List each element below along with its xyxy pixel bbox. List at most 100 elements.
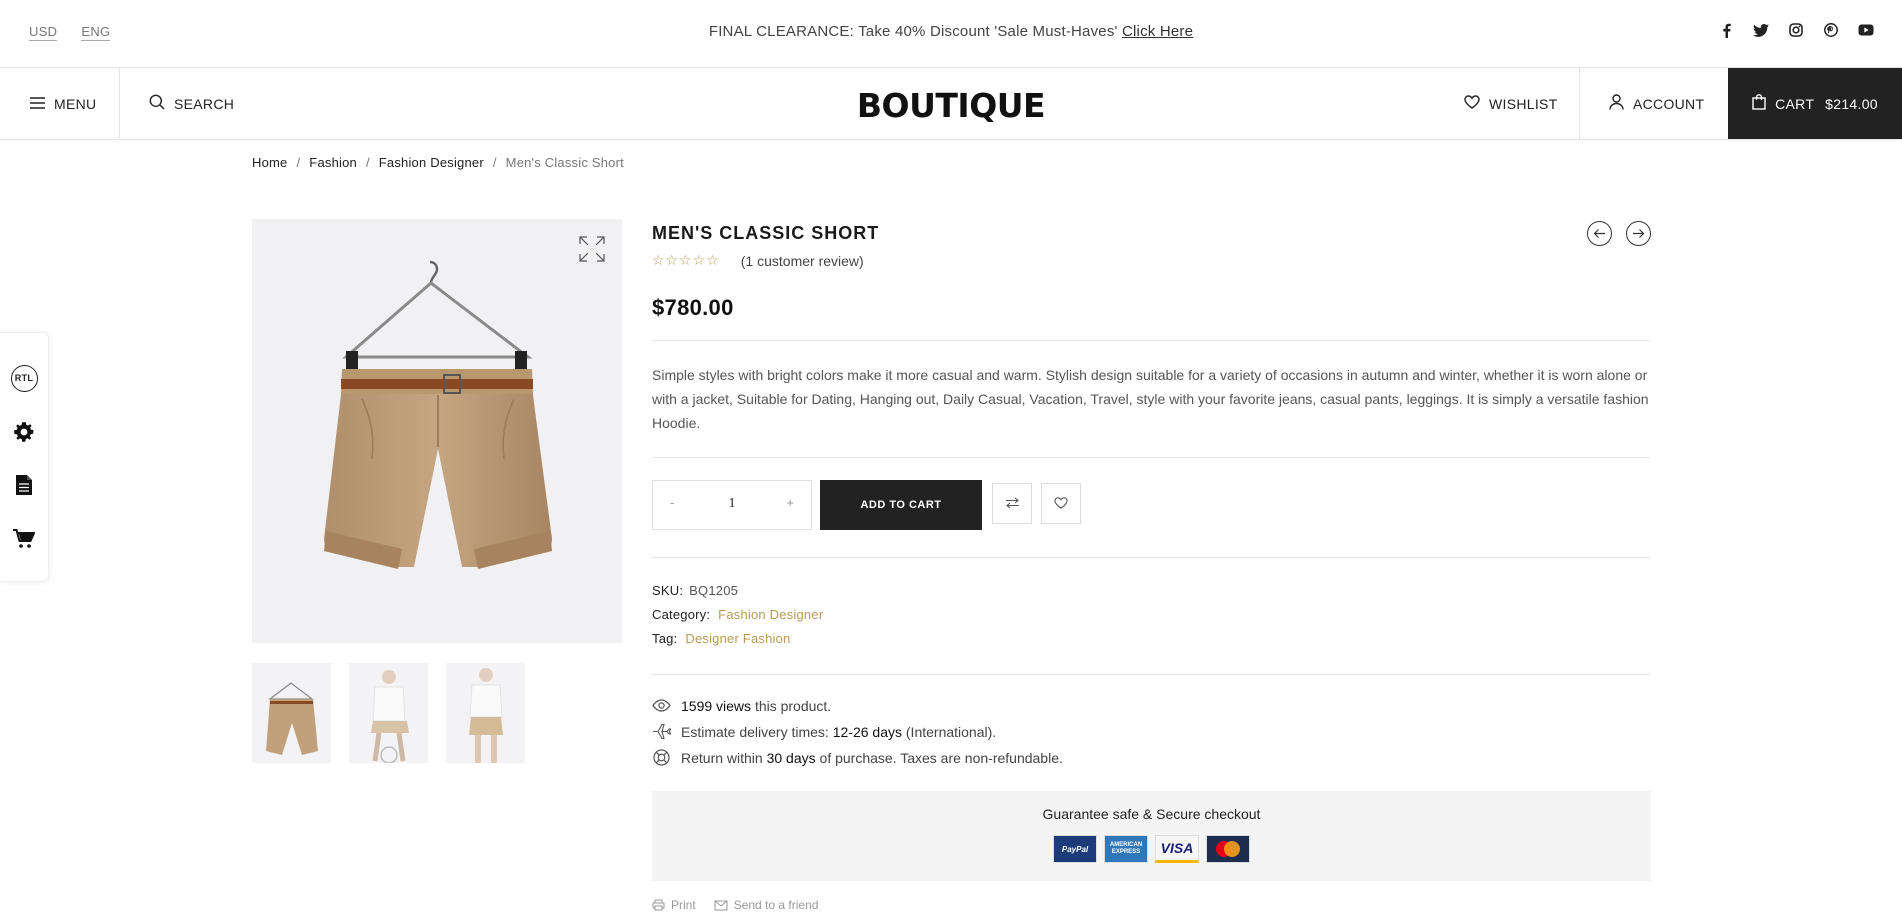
product-description: Simple styles with bright colors make it… xyxy=(652,367,1649,431)
promo-text: FINAL CLEARANCE: Take 40% Discount 'Sale… xyxy=(708,23,1118,40)
send-to-friend-button[interactable]: Send to a friend xyxy=(714,898,819,912)
print-label: Print xyxy=(671,898,696,912)
product-navigation xyxy=(1587,221,1651,246)
divider xyxy=(652,557,1651,558)
category-link[interactable]: Fashion Designer xyxy=(718,607,823,622)
product-rating: ☆☆☆☆☆ (1 customer review) xyxy=(652,252,864,269)
documentation-button[interactable] xyxy=(0,471,48,501)
add-to-wishlist-button[interactable] xyxy=(1041,483,1081,524)
product-thumbnail[interactable] xyxy=(349,663,428,763)
promo-link[interactable]: Click Here xyxy=(1122,23,1193,40)
category-label: Category: xyxy=(652,607,711,622)
shorts-thumbnail-image xyxy=(266,682,318,755)
wishlist-button[interactable]: WISHLIST xyxy=(1464,68,1558,139)
quantity-stepper: - 1 + xyxy=(652,480,812,530)
product-thumbnail[interactable] xyxy=(446,663,525,763)
divider xyxy=(652,674,1651,675)
instagram-icon[interactable] xyxy=(1788,22,1804,38)
share-links: Print Send to a friend xyxy=(652,898,818,912)
breadcrumb-home[interactable]: Home xyxy=(252,155,287,170)
buy-button[interactable] xyxy=(0,525,48,555)
rtl-icon: RTL xyxy=(10,364,38,392)
breadcrumb-fashion[interactable]: Fashion xyxy=(309,155,357,170)
mastercard-icon xyxy=(1206,835,1250,863)
product-title: MEN'S CLASSIC SHORT xyxy=(652,223,880,243)
user-icon xyxy=(1609,94,1624,113)
review-link[interactable]: (1 customer review) xyxy=(741,253,864,269)
settings-button[interactable] xyxy=(0,418,48,448)
category-row: Category: Fashion Designer xyxy=(652,607,823,622)
return-text: Return within 30 days of purchase. Taxes… xyxy=(681,750,1063,766)
previous-product-arrow-icon[interactable] xyxy=(1587,221,1612,246)
tag-row: Tag: Designer Fashion xyxy=(652,631,790,646)
site-header: MENU SEARCH BOUTIQUE WISHLIST ACCOUNT CA… xyxy=(0,68,1902,140)
tag-link[interactable]: Designer Fashion xyxy=(685,631,790,646)
print-button[interactable]: Print xyxy=(652,898,696,912)
youtube-icon[interactable] xyxy=(1858,22,1874,38)
breadcrumb: Home / Fashion / Fashion Designer / Men'… xyxy=(252,155,624,170)
star-rating-icon: ☆☆☆☆☆ xyxy=(652,252,720,268)
secure-checkout-box: Guarantee safe & Secure checkout PayPal … xyxy=(652,791,1651,881)
breadcrumb-current: Men's Classic Short xyxy=(505,155,624,170)
delivery-days: 12-26 days xyxy=(832,723,902,740)
envelope-icon xyxy=(714,900,728,910)
product-thumbnail[interactable] xyxy=(252,663,331,763)
delivery-suffix: (International). xyxy=(905,723,997,740)
cart-icon xyxy=(13,528,36,552)
breadcrumb-separator: / xyxy=(492,155,497,170)
mastercard-circles-icon xyxy=(1216,841,1240,857)
social-links xyxy=(1718,22,1874,38)
facebook-icon[interactable] xyxy=(1718,22,1734,38)
delivery-info: Estimate delivery times: 12-26 days (Int… xyxy=(652,722,996,741)
cart-button[interactable]: CART $214.00 xyxy=(1728,68,1902,139)
shopping-bag-icon xyxy=(1752,94,1766,113)
quantity-increase-button[interactable]: + xyxy=(786,495,794,510)
pinterest-icon[interactable] xyxy=(1823,22,1839,38)
payment-methods: PayPal AMERICAN EXPRESS VISA xyxy=(652,835,1651,863)
return-prefix: Return within xyxy=(681,749,763,766)
printer-icon xyxy=(652,899,665,911)
views-text: 1599 views this product. xyxy=(681,698,831,714)
paypal-icon: PayPal xyxy=(1053,835,1097,863)
return-suffix: of purchase. Taxes are non-refundable. xyxy=(819,749,1063,766)
promo-banner: FINAL CLEARANCE: Take 40% Discount 'Sale… xyxy=(0,23,1902,40)
divider xyxy=(652,457,1651,458)
expand-icon[interactable] xyxy=(578,235,606,263)
product-main-image[interactable] xyxy=(252,219,622,643)
wishlist-label: WISHLIST xyxy=(1489,95,1558,112)
rtl-toggle[interactable]: RTL xyxy=(0,363,48,393)
amex-icon: AMERICAN EXPRESS xyxy=(1104,835,1148,863)
breadcrumb-separator: / xyxy=(365,155,370,170)
cart-amount: $214.00 xyxy=(1825,95,1878,112)
divider xyxy=(652,340,1651,341)
compare-button[interactable] xyxy=(992,483,1032,524)
return-info: Return within 30 days of purchase. Taxes… xyxy=(652,748,1063,767)
model-standing-thumbnail-image xyxy=(469,668,503,763)
return-days: 30 days xyxy=(766,749,816,766)
announcement-bar: USD ENG FINAL CLEARANCE: Take 40% Discou… xyxy=(0,0,1902,68)
visa-icon: VISA xyxy=(1155,835,1199,863)
cart-label: CART xyxy=(1775,95,1815,112)
sku-row: SKU: BQ1205 xyxy=(652,583,738,598)
sku-label: SKU: xyxy=(652,583,684,598)
eye-icon xyxy=(652,696,671,715)
delivery-prefix: Estimate delivery times: xyxy=(681,723,829,740)
next-product-arrow-icon[interactable] xyxy=(1626,221,1651,246)
twitter-icon[interactable] xyxy=(1753,22,1769,38)
sku-value: BQ1205 xyxy=(689,583,739,598)
heart-icon xyxy=(1054,496,1068,512)
shorts-image xyxy=(324,260,552,569)
delivery-text: Estimate delivery times: 12-26 days (Int… xyxy=(681,724,996,740)
tag-label: Tag: xyxy=(652,631,678,646)
heart-icon xyxy=(1464,95,1480,112)
breadcrumb-fashion-designer[interactable]: Fashion Designer xyxy=(379,155,484,170)
breadcrumb-separator: / xyxy=(296,155,301,170)
send-to-friend-label: Send to a friend xyxy=(733,898,819,912)
account-label: ACCOUNT xyxy=(1633,95,1705,112)
add-to-cart-button[interactable]: ADD TO CART xyxy=(820,480,982,530)
model-sitting-thumbnail-image xyxy=(371,670,409,763)
header-divider xyxy=(1579,68,1580,139)
views-suffix: this product. xyxy=(754,697,832,714)
account-button[interactable]: ACCOUNT xyxy=(1609,68,1704,139)
checkout-title: Guarantee safe & Secure checkout xyxy=(1042,806,1261,822)
